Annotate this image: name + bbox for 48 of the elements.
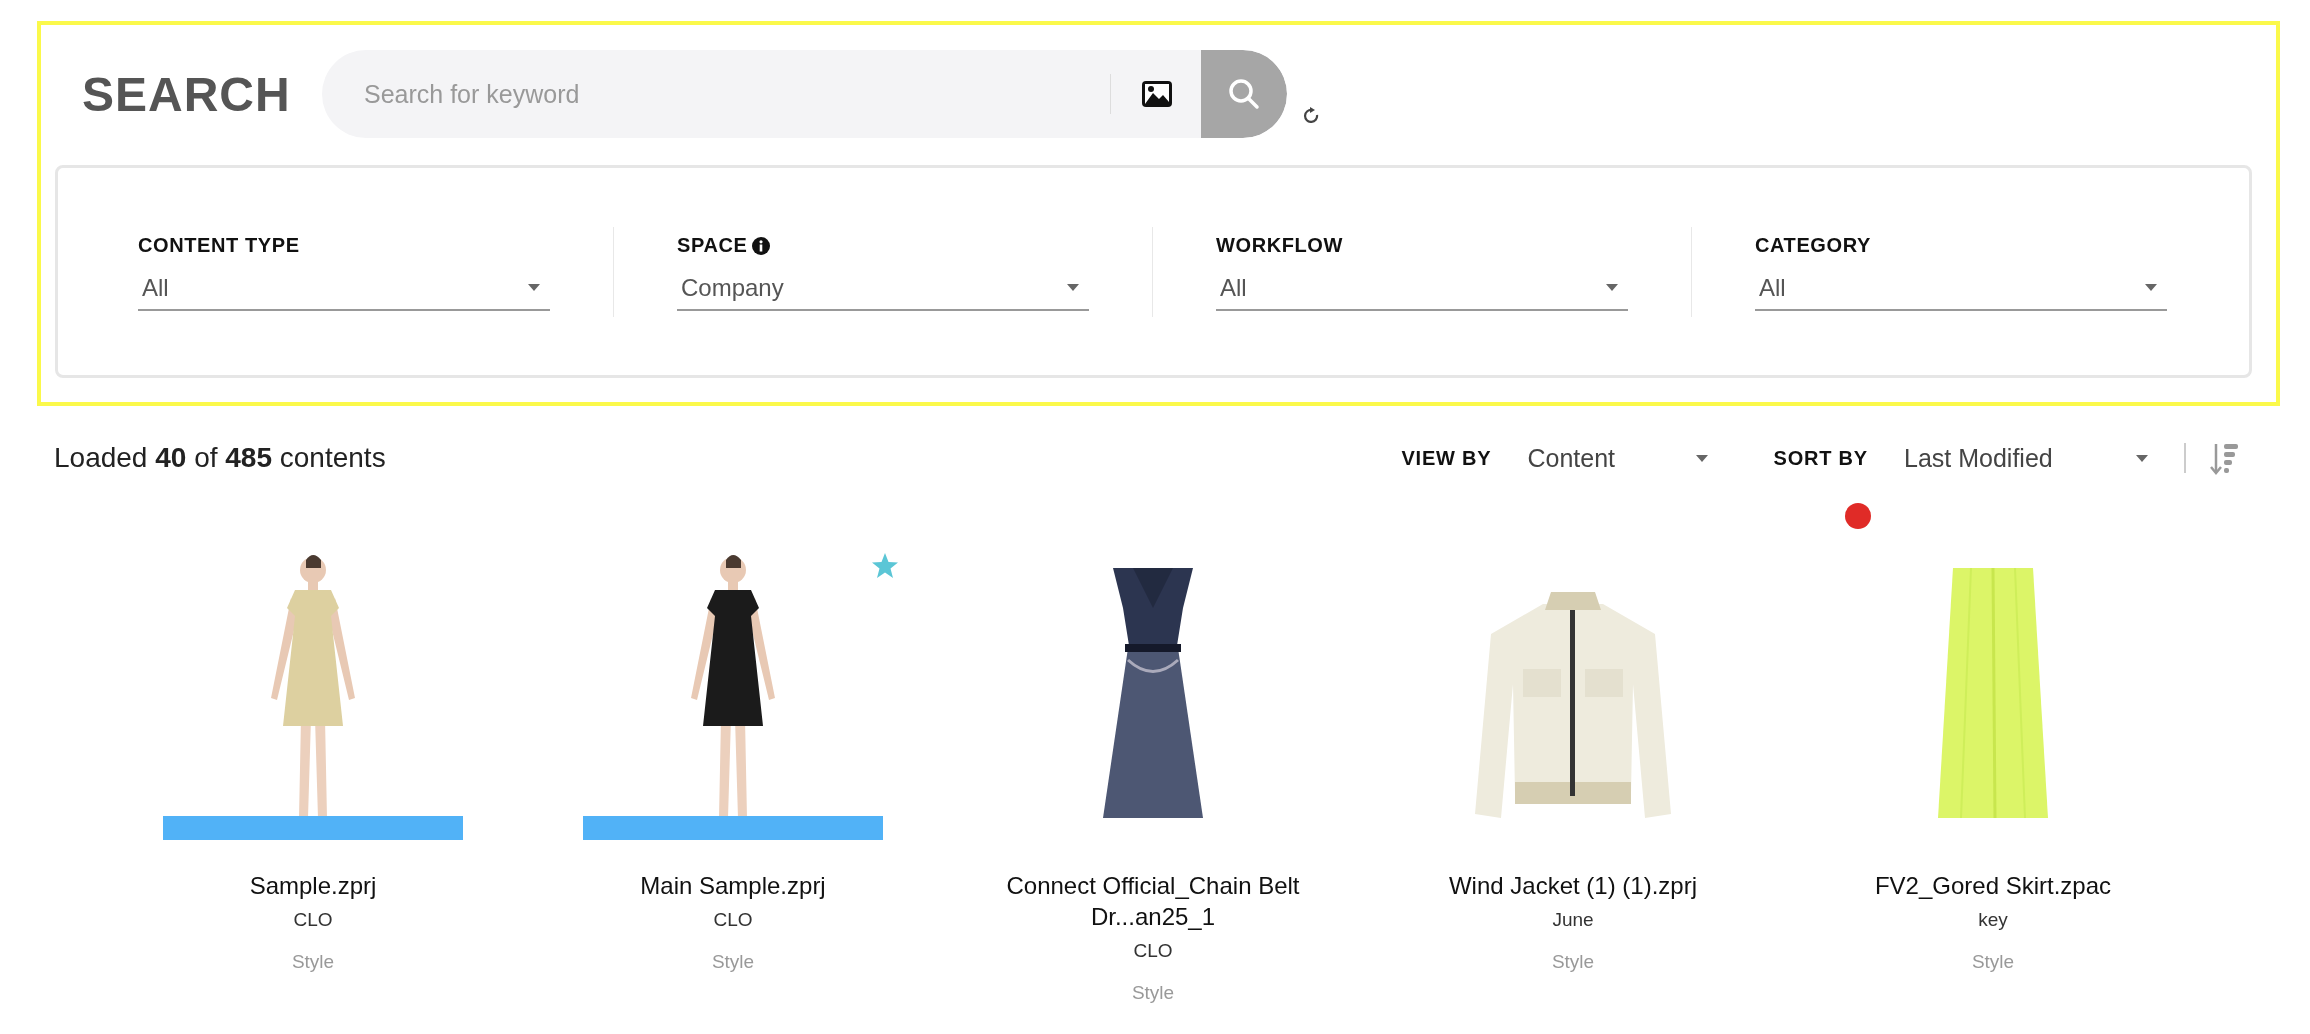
filter-dropdown[interactable]: Company — [677, 266, 1089, 311]
card-title[interactable]: Wind Jacket (1) (1).zprj — [1423, 870, 1723, 901]
search-bar[interactable]: Search for keyword — [322, 50, 1287, 138]
sort-by-dropdown[interactable]: Last Modified — [1904, 438, 2148, 478]
card-title[interactable]: Sample.zprj — [163, 870, 463, 901]
card-type: Style — [1551, 951, 1595, 973]
filter-dropdown[interactable]: All — [1216, 266, 1628, 311]
search-button[interactable] — [1201, 50, 1287, 138]
filter-dropdown[interactable]: All — [138, 266, 550, 311]
card-owner: June — [1552, 909, 1594, 931]
search-icon — [1227, 77, 1261, 111]
view-by-label: VIEW BY — [1401, 446, 1492, 470]
card-title[interactable]: Main Sample.zprj — [583, 870, 883, 901]
content-card[interactable]: Connect Official_Chain Belt Dr...an25_1 CLO Style — [943, 540, 1363, 1004]
filter-label: WORKFLOW — [1216, 234, 1343, 257]
content-card[interactable]: FV2_Gored Skirt.zpac key Style — [1783, 540, 2203, 1004]
content-card[interactable]: Wind Jacket (1) (1).zprj June Style — [1363, 540, 1783, 1004]
caret-icon — [2145, 284, 2157, 291]
image-search-icon[interactable] — [1141, 80, 1173, 108]
card-type: Style — [711, 951, 755, 973]
content-card[interactable]: Sample.zprj CLO Style — [103, 540, 523, 1004]
card-title[interactable]: Connect Official_Chain Belt Dr...an25_1 — [1003, 870, 1303, 932]
sort-order-icon[interactable] — [2210, 441, 2240, 475]
card-type: Style — [1971, 951, 2015, 973]
caret-icon — [528, 284, 540, 291]
caret-icon — [2136, 454, 2148, 462]
filter-label: SPACE — [677, 234, 748, 257]
caret-icon — [1067, 284, 1079, 291]
filter-dropdown[interactable]: All — [1755, 266, 2167, 311]
view-by-dropdown[interactable]: Content — [1527, 438, 1708, 478]
search-field[interactable]: Search for keyword — [322, 78, 1110, 110]
caret-icon — [1606, 284, 1618, 291]
filter-label: CONTENT TYPE — [138, 234, 300, 257]
card-owner: key — [1978, 909, 2008, 931]
sort-by-label: SORT BY — [1773, 446, 1868, 470]
card-type: Style — [1131, 982, 1175, 1004]
card-owner: CLO — [293, 909, 333, 931]
card-owner: CLO — [713, 909, 753, 931]
favorite-star-icon[interactable] — [871, 552, 899, 579]
card-owner: CLO — [1133, 940, 1173, 962]
page-title: SEARCH — [81, 66, 292, 122]
caret-icon — [1695, 454, 1708, 462]
card-title[interactable]: FV2_Gored Skirt.zpac — [1843, 870, 2143, 901]
refresh-icon[interactable] — [1303, 107, 1319, 123]
filter-label: CATEGORY — [1755, 234, 1871, 257]
results-summary: Loaded 40 of 485 contents — [54, 442, 386, 474]
content-card[interactable]: Main Sample.zprj CLO Style — [523, 540, 943, 1004]
card-type: Style — [291, 951, 335, 973]
